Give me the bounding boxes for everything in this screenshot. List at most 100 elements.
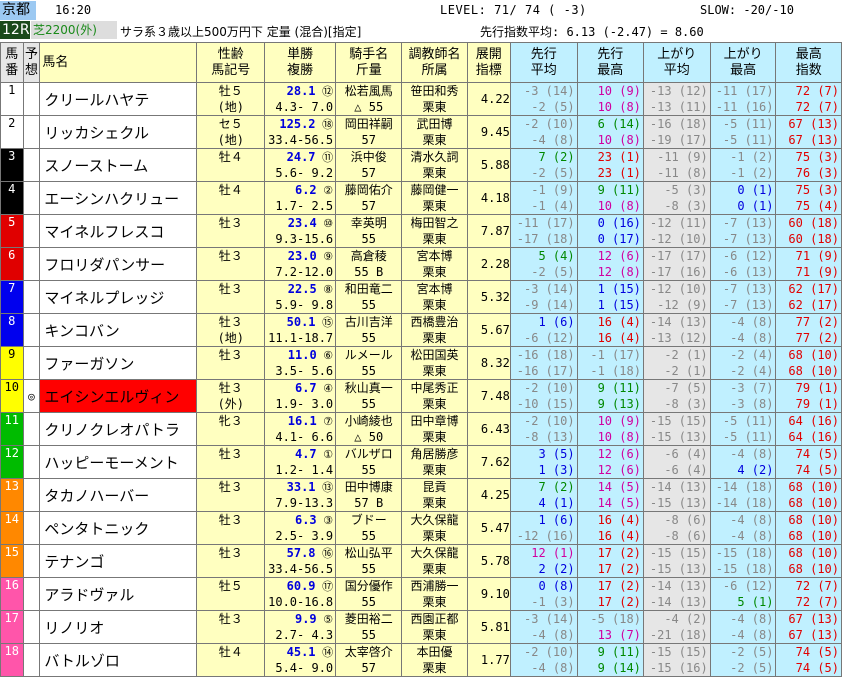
horse-name[interactable]: フロリダパンサー <box>39 247 198 281</box>
max-index-line1: 75 (3) <box>795 150 839 164</box>
horse-name[interactable]: テナンゴ <box>39 544 198 578</box>
agari-avg-line2: -8 (3) <box>664 397 708 411</box>
agari-max-line1: -4 (8) <box>730 315 774 329</box>
max-index-line2: 68 (10) <box>788 496 839 510</box>
prediction-mark <box>22 445 41 479</box>
odds-place: 5.6- 9.2 <box>275 166 334 180</box>
prediction-mark <box>22 247 41 281</box>
odds-place: 1.2- 1.4 <box>275 463 334 477</box>
agari-avg-line2: -15 (13) <box>649 430 708 444</box>
jockey-line1: 田中博康 <box>344 480 393 494</box>
agari-avg-line1: -13 (12) <box>649 84 708 98</box>
start-max: 16 (4) 16 (4) <box>576 313 644 347</box>
odds-rank: ⑪ <box>315 151 334 164</box>
jockey: 古川吉洋 55 <box>335 313 403 347</box>
table-row[interactable]: 4 エーシンハクリュー 牡４ 6.2 ② 1.7- 2.5 藤岡佑介 57 藤岡健一 栗東 4.1… <box>0 181 842 215</box>
odds-rank: ⑰ <box>315 580 334 593</box>
table-row[interactable]: 16 アラドヴァル 牡５ 60.9 ⑰ 10.0-16.8 国分優作 55 西浦勝一 栗東 9.1… <box>0 577 842 611</box>
horse-name[interactable]: ファーガソン <box>39 346 198 380</box>
table-row[interactable]: 14 ペンタトニック 牡３ 6.3 ③ 2.5- 3.9 ブドー 55 大久保龍 栗東 5.47 1… <box>0 511 842 545</box>
horse-number: 7 <box>0 280 24 314</box>
sex-age: 牡３ <box>196 280 266 314</box>
col-odds-label: 単勝 複勝 <box>287 46 314 78</box>
start-max-line2: 17 (2) <box>597 562 641 576</box>
start-avg-line2: -1 (4) <box>531 199 575 213</box>
horse-name[interactable]: アラドヴァル <box>39 577 198 611</box>
max-index: 60 (18) 60 (18) <box>775 214 842 248</box>
odds-win: 24.7 ⑪ <box>266 150 335 166</box>
sex-age-line2 <box>198 561 264 577</box>
start-avg-line1: -3 (14) <box>524 612 575 626</box>
table-row[interactable]: 17 リノリオ 牡３ 9.9 ⑤ 2.7- 4.3 菱田裕二 55 西園正都 栗東 5.81 -3 … <box>0 610 842 644</box>
table-row[interactable]: 18 バトルゾロ 牡４ 45.1 ⑭ 5.4- 9.0 太宰啓介 57 本田優 栗東 1.77 -2… <box>0 643 842 677</box>
table-row[interactable]: 7 マイネルプレッジ 牡３ 22.5 ⑧ 5.9- 9.8 和田竜二 55 宮本博 栗東 5.32… <box>0 280 842 314</box>
start-max-line1: 23 (1) <box>597 150 641 164</box>
agari-max-line1: -4 (8) <box>730 513 774 527</box>
table-row[interactable]: 10 ◎ エイシンエルヴィン 牡３ (外) 6.7 ④ 1.9- 3.0 秋山真一 55 中尾秀正… <box>0 379 842 413</box>
horse-name[interactable]: マイネルプレッジ <box>39 280 198 314</box>
sex-age: 牡４ <box>196 181 266 215</box>
table-row[interactable]: 3 スノーストーム 牡４ 24.7 ⑪ 5.6- 9.2 浜中俊 57 清水久詞 栗東 5.88 7… <box>0 148 842 182</box>
start-avg-line2: -9 (14) <box>524 298 575 312</box>
max-index-line2: 72 (7) <box>795 100 839 114</box>
table-row[interactable]: 2 リッカシェクル セ５ (地) 125.2 ⑱ 33.4-56.5 岡田祥嗣 57 武田博 栗東… <box>0 115 842 149</box>
horse-name[interactable]: タカノハーバー <box>39 478 198 512</box>
table-row[interactable]: 12 ハッピーモーメント 牡３ 4.7 ① 1.2- 1.4 バルザロ 55 角居勝彦 栗東 7.… <box>0 445 842 479</box>
horse-name[interactable]: ペンタトニック <box>39 511 198 545</box>
sex-age-line1: 牡５ <box>218 84 243 98</box>
table-row[interactable]: 8 キンコバン 牡３ (地) 50.1 ⑮ 11.1-18.7 古川吉洋 55 西橋豊治 栗東 5.… <box>0 313 842 347</box>
odds: 6.3 ③ 2.5- 3.9 <box>264 511 337 545</box>
odds-place: 33.4-56.5 <box>268 133 334 147</box>
sex-age: 牡３ <box>196 478 266 512</box>
start-max-line2: 23 (1) <box>597 166 641 180</box>
agari-avg-line2: -12 (10) <box>649 232 708 246</box>
table-row[interactable]: 11 クリノクレオパトラ 牝３ 16.1 ⑦ 4.1- 6.6 小崎綾也 △ 50 田中章博栗… <box>0 412 842 446</box>
sex-age: 牝３ <box>196 412 266 446</box>
jockey: 松若風馬 △ 55 <box>335 82 403 116</box>
horse-name[interactable]: エーシンハクリュー <box>39 181 198 215</box>
table-row[interactable]: 1 クリールハヤテ 牡５ (地) 28.1 ⑫ 4.3- 7.0 松若風馬 △ 55 笹田和秀栗… <box>0 82 842 116</box>
start-max-line2: -1 (18) <box>590 364 641 378</box>
race-conditions: サラ系３歳以上500万円下 定量 (混合)[指定] <box>120 25 362 39</box>
prediction-mark <box>22 148 41 182</box>
horse-name[interactable]: リッカシェクル <box>39 115 198 149</box>
table-row[interactable]: 13 タカノハーバー 牡３ 33.1 ⑬ 7.9-13.3 田中博康 57 B 昆貢 栗東 4.2… <box>0 478 842 512</box>
max-index-line1: 67 (13) <box>788 612 839 626</box>
horse-name[interactable]: ハッピーモーメント <box>39 445 198 479</box>
horse-name[interactable]: リノリオ <box>39 610 198 644</box>
venue-label: 京都 <box>0 1 36 20</box>
horse-name[interactable]: キンコバン <box>39 313 198 347</box>
table-row[interactable]: 15 テナンゴ 牡３ 57.8 ⑯ 33.4-56.5 松山弘平 55 大久保龍 栗東 5.78 1… <box>0 544 842 578</box>
start-max: 17 (2) 17 (2) <box>576 544 644 578</box>
horse-name[interactable]: エイシンエルヴィン <box>39 379 198 413</box>
start-avg: 3 (5) 1 (3) <box>509 445 578 479</box>
table-row[interactable]: 6 フロリダパンサー 牡３ 23.0 ⑨ 7.2-12.0 高倉稜 55 B 宮本博 栗東 2.2… <box>0 247 842 281</box>
max-index: 72 (7) 72 (7) <box>775 577 842 611</box>
sex-age-line2: (地) <box>217 331 245 345</box>
jockey-line2: 57 <box>361 133 376 147</box>
table-row[interactable]: 9 ファーガソン 牡３ 11.0 ⑥ 3.5- 5.6 ルメール 55 松田国英 栗東 8.32-… <box>0 346 842 380</box>
odds-rank: ⑯ <box>315 547 334 560</box>
horse-name[interactable]: バトルゾロ <box>39 643 198 677</box>
agari-max-line1: -5 (11) <box>722 414 774 428</box>
jockey-line2: 55 <box>361 331 376 345</box>
agari-max: -7 (13) -7 (13) <box>709 280 777 314</box>
start-avg-line2: -2 (5) <box>531 265 575 279</box>
table-row[interactable]: 5 マイネルフレスコ 牡３ 23.4 ⑩ 9.3-15.6 幸英明 55 梅田智之 栗東 7.87… <box>0 214 842 248</box>
max-index-line1: 68 (10) <box>788 546 839 560</box>
start-avg-line1: 1 (6) <box>538 513 575 527</box>
odds-win: 6.3 ③ <box>266 513 335 529</box>
horse-name[interactable]: スノーストーム <box>39 148 198 182</box>
agari-max-line2: -6 (13) <box>722 265 774 279</box>
trainer-line1: 宮本博 <box>416 249 453 263</box>
devel-index: 4.22 <box>466 82 511 116</box>
odds-win: 57.8 ⑯ <box>266 546 335 562</box>
odds-win-value: 50.1 <box>286 315 316 329</box>
agari-max: -4 (8) -4 (8) <box>709 511 777 545</box>
horse-name[interactable]: クリールハヤテ <box>39 82 198 116</box>
max-index-line2: 68 (10) <box>788 529 839 543</box>
max-index-line1: 67 (13) <box>788 117 839 131</box>
horse-name[interactable]: クリノクレオパトラ <box>39 412 198 446</box>
horse-name[interactable]: マイネルフレスコ <box>39 214 198 248</box>
start-max-line1: 9 (11) <box>597 381 641 395</box>
